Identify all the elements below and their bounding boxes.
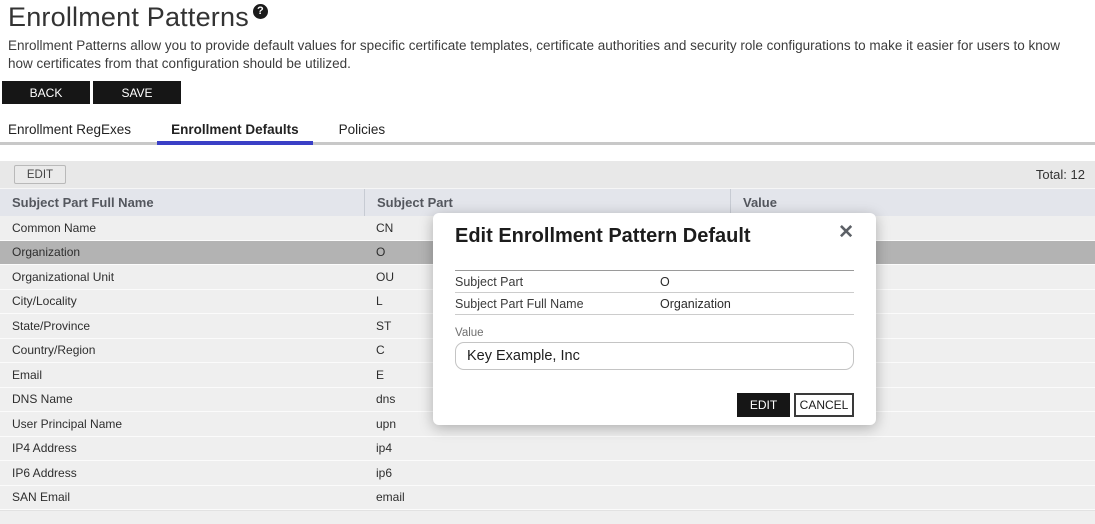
- page-header: Enrollment Patterns ? Enrollment Pattern…: [0, 0, 1095, 72]
- subject-part-label: Subject Part: [455, 275, 660, 289]
- modal-title: Edit Enrollment Pattern Default: [455, 223, 751, 248]
- value-input[interactable]: [455, 342, 854, 370]
- modal-cancel-button[interactable]: CANCEL: [794, 393, 854, 417]
- page-title: Enrollment Patterns: [8, 2, 249, 33]
- column-header-subject-part-full-name[interactable]: Subject Part Full Name: [0, 189, 364, 216]
- cell-subject-part-full-name: Email: [0, 368, 364, 382]
- cell-subject-part-full-name: State/Province: [0, 319, 364, 333]
- help-icon[interactable]: ?: [253, 4, 268, 19]
- tab-enrollment-regexes[interactable]: Enrollment RegExes: [8, 116, 151, 142]
- table-row[interactable]: IP6 Addressip6: [0, 461, 1095, 486]
- subject-part-value: O: [660, 275, 670, 289]
- edit-enrollment-pattern-default-dialog: Edit Enrollment Pattern Default ✕ Subjec…: [433, 213, 876, 425]
- page-description: Enrollment Patterns allow you to provide…: [8, 37, 1087, 72]
- subject-part-full-name-label: Subject Part Full Name: [455, 297, 660, 311]
- table-toolbar: EDIT Total: 12: [0, 161, 1095, 189]
- modal-edit-button[interactable]: EDIT: [737, 393, 790, 417]
- cell-subject-part: ip6: [364, 466, 730, 480]
- cell-subject-part: ip4: [364, 441, 730, 455]
- tab-enrollment-defaults[interactable]: Enrollment Defaults: [171, 116, 319, 142]
- table-row[interactable]: IP4 Addressip4: [0, 437, 1095, 462]
- total-count: Total: 12: [1036, 167, 1085, 182]
- table-row[interactable]: SAN Emailemail: [0, 486, 1095, 511]
- value-field-label: Value: [455, 327, 854, 339]
- tab-policies[interactable]: Policies: [339, 116, 406, 142]
- edit-button[interactable]: EDIT: [14, 165, 66, 184]
- cell-subject-part-full-name: SAN Email: [0, 490, 364, 504]
- cell-subject-part-full-name: Country/Region: [0, 343, 364, 357]
- modal-detail-list: Subject Part O Subject Part Full Name Or…: [455, 270, 854, 315]
- back-button[interactable]: BACK: [2, 81, 90, 104]
- cell-subject-part-full-name: IP4 Address: [0, 441, 364, 455]
- cell-subject-part: email: [364, 490, 730, 504]
- cell-subject-part-full-name: IP6 Address: [0, 466, 364, 480]
- cell-subject-part-full-name: City/Locality: [0, 294, 364, 308]
- action-button-row: BACK SAVE: [0, 81, 1095, 104]
- cell-subject-part-full-name: Organization: [0, 245, 364, 259]
- save-button[interactable]: SAVE: [93, 81, 181, 104]
- subject-part-full-name-value: Organization: [660, 297, 731, 311]
- spacer: [0, 145, 1095, 161]
- table-footer: [0, 510, 1095, 524]
- cell-subject-part-full-name: User Principal Name: [0, 417, 364, 431]
- cell-subject-part-full-name: Common Name: [0, 221, 364, 235]
- tab-bar: Enrollment RegExes Enrollment Defaults P…: [0, 116, 1095, 145]
- close-icon[interactable]: ✕: [838, 223, 854, 243]
- cell-subject-part-full-name: Organizational Unit: [0, 270, 364, 284]
- cell-subject-part-full-name: DNS Name: [0, 392, 364, 406]
